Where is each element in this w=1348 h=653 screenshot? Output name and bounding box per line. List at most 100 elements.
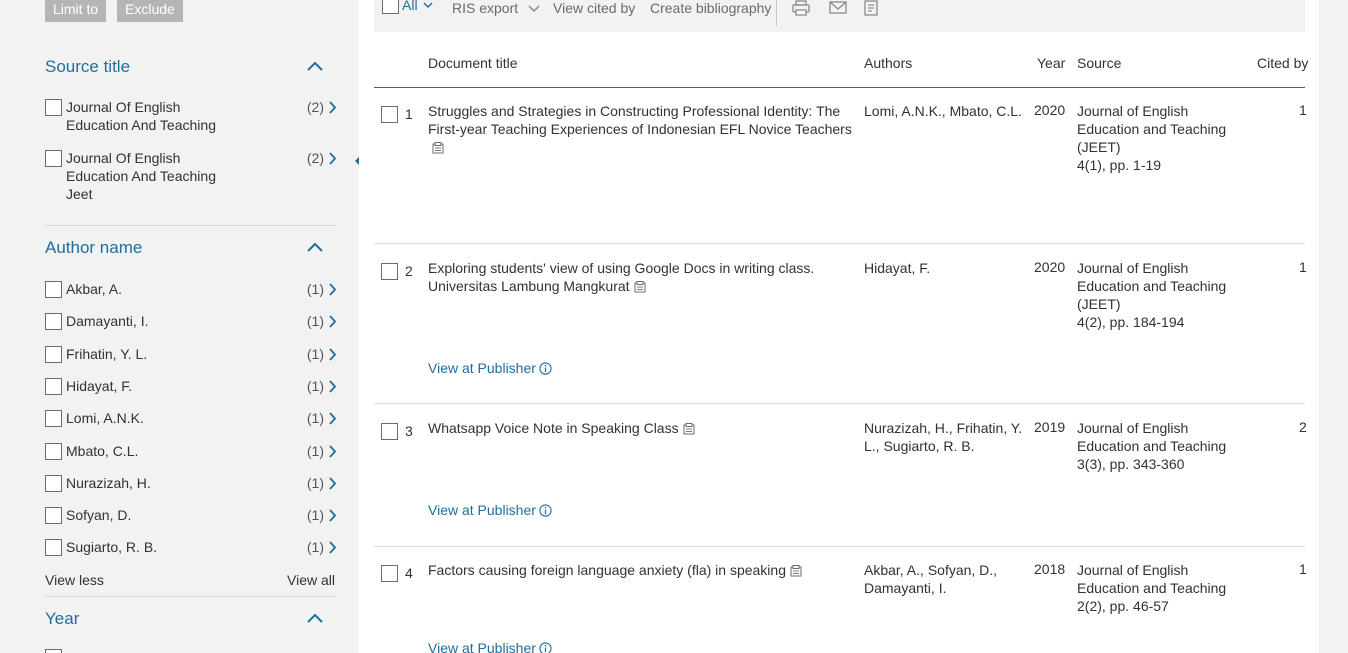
result-title-cell: Factors causing foreign language anxiety… (428, 561, 853, 579)
chevron-up-icon[interactable] (306, 612, 324, 624)
document-title-link[interactable]: Struggles and Strategies in Constructing… (428, 103, 852, 137)
year-heading[interactable]: Year (45, 609, 79, 629)
column-header-source[interactable]: Source (1077, 55, 1121, 71)
email-icon[interactable] (829, 0, 847, 16)
chevron-right-icon[interactable] (328, 283, 337, 296)
column-header-year[interactable]: Year (1037, 55, 1065, 71)
limit-to-button[interactable]: Limit to (45, 0, 107, 22)
select-all-label: All (402, 0, 418, 13)
source-title-heading[interactable]: Source title (45, 57, 130, 77)
facet-count: (1) (306, 539, 324, 556)
print-icon[interactable] (792, 0, 810, 16)
result-cited-by[interactable]: 2 (1299, 419, 1307, 435)
checkbox[interactable] (45, 313, 62, 331)
source-title-link[interactable]: Journal of English Education and Teachin… (1077, 259, 1237, 313)
facet-label: Lomi, A.N.K. (66, 410, 144, 427)
checkbox[interactable] (45, 281, 62, 298)
toolbar-separator (776, 0, 777, 26)
result-source: Journal of English Education and Teachin… (1077, 102, 1237, 174)
pdf-icon[interactable] (790, 565, 802, 577)
result-checkbox[interactable] (381, 263, 398, 280)
chevron-right-icon[interactable] (328, 477, 337, 490)
source-title-link[interactable]: Journal of English Education and Teachin… (1077, 561, 1237, 597)
source-pages: 3(3), pp. 343-360 (1077, 456, 1185, 472)
chevron-right-icon[interactable] (328, 380, 337, 393)
checkbox[interactable] (45, 410, 62, 428)
chevron-right-icon[interactable] (328, 101, 337, 114)
chevron-right-icon[interactable] (328, 541, 337, 554)
divider (45, 596, 337, 597)
result-authors[interactable]: Akbar, A., Sofyan, D., Damayanti, I. (864, 561, 1024, 597)
result-authors[interactable]: Nurazizah, H., Frihatin, Y. L., Sugiarto… (864, 419, 1024, 455)
result-source: Journal of English Education and Teachin… (1077, 419, 1237, 473)
chevron-right-icon[interactable] (328, 315, 337, 328)
checkbox[interactable] (45, 345, 62, 363)
author-name-heading[interactable]: Author name (45, 238, 142, 258)
document-title-link[interactable]: Whatsapp Voice Note in Speaking Class (428, 420, 679, 436)
result-number: 3 (405, 423, 413, 439)
row-divider (374, 243, 1305, 244)
result-year: 2019 (1034, 419, 1066, 435)
checkbox[interactable] (45, 99, 62, 116)
chevron-right-icon[interactable] (328, 347, 337, 361)
result-authors[interactable]: Lomi, A.N.K., Mbato, C.L. (864, 102, 1024, 120)
save-list-icon[interactable] (862, 0, 880, 16)
chevron-up-icon[interactable] (306, 60, 324, 72)
result-checkbox[interactable] (381, 106, 398, 123)
filter-sidebar: Limit to Exclude Source title Journal Of… (0, 0, 359, 653)
view-at-publisher-link[interactable]: View at Publisher (428, 360, 552, 376)
pdf-icon[interactable] (634, 281, 646, 293)
view-less-link[interactable]: View less (45, 572, 104, 588)
view-at-publisher-link[interactable]: View at Publisher (428, 640, 552, 653)
chevron-right-icon[interactable] (328, 444, 337, 458)
pdf-icon[interactable] (683, 423, 695, 435)
header-rule (374, 87, 1305, 88)
chevron-right-icon[interactable] (328, 152, 337, 165)
view-at-publisher-label: View at Publisher (428, 360, 536, 376)
document-title-link[interactable]: Factors causing foreign language anxiety… (428, 562, 786, 578)
result-cited-by[interactable]: 1 (1299, 102, 1307, 118)
result-cited-by[interactable]: 1 (1299, 561, 1307, 577)
create-bibliography-button[interactable]: Create bibliography (650, 0, 771, 16)
view-all-link[interactable]: View all (287, 572, 335, 588)
facet-count: (1) (306, 281, 324, 297)
document-title-link[interactable]: Exploring students' view of using Google… (428, 260, 814, 294)
result-year: 2020 (1034, 259, 1066, 275)
source-pages: 4(1), pp. 1-19 (1077, 157, 1162, 173)
checkbox[interactable] (45, 442, 62, 460)
column-header-title[interactable]: Document title (428, 55, 517, 71)
info-icon (539, 362, 552, 375)
checkbox[interactable] (45, 539, 62, 557)
result-number: 4 (405, 565, 413, 581)
select-all-checkbox[interactable] (382, 0, 399, 14)
info-icon (539, 504, 552, 517)
pdf-icon[interactable] (432, 142, 444, 154)
checkbox[interactable] (45, 377, 62, 395)
checkbox[interactable] (45, 649, 62, 653)
source-title-link[interactable]: Journal of English Education and Teachin… (1077, 102, 1237, 156)
view-at-publisher-link[interactable]: View at Publisher (428, 502, 552, 518)
checkbox[interactable] (45, 474, 62, 492)
view-cited-by-button[interactable]: View cited by (553, 0, 635, 16)
chevron-right-icon[interactable] (328, 412, 337, 425)
row-divider (374, 403, 1305, 404)
facet-count: (1) (306, 442, 324, 459)
checkbox[interactable] (45, 507, 62, 525)
result-authors[interactable]: Hidayat, F. (864, 259, 1024, 277)
result-checkbox[interactable] (381, 423, 398, 440)
facet-count: (1) (306, 410, 324, 427)
ris-export-dropdown[interactable]: RIS export (452, 0, 540, 16)
checkbox[interactable] (45, 150, 62, 167)
chevron-up-icon[interactable] (306, 241, 324, 253)
select-all-dropdown[interactable]: All (402, 0, 433, 13)
result-checkbox[interactable] (381, 565, 398, 582)
result-cited-by[interactable]: 1 (1299, 259, 1307, 275)
result-title-cell: Exploring students' view of using Google… (428, 259, 853, 295)
source-title-link[interactable]: Journal of English Education and Teachin… (1077, 419, 1237, 455)
source-pages: 2(2), pp. 46-57 (1077, 598, 1169, 614)
column-header-cited-by[interactable]: Cited by (1257, 55, 1308, 71)
view-at-publisher-label: View at Publisher (428, 502, 536, 518)
column-header-authors[interactable]: Authors (864, 55, 912, 71)
chevron-right-icon[interactable] (328, 509, 337, 522)
exclude-button[interactable]: Exclude (117, 0, 183, 22)
